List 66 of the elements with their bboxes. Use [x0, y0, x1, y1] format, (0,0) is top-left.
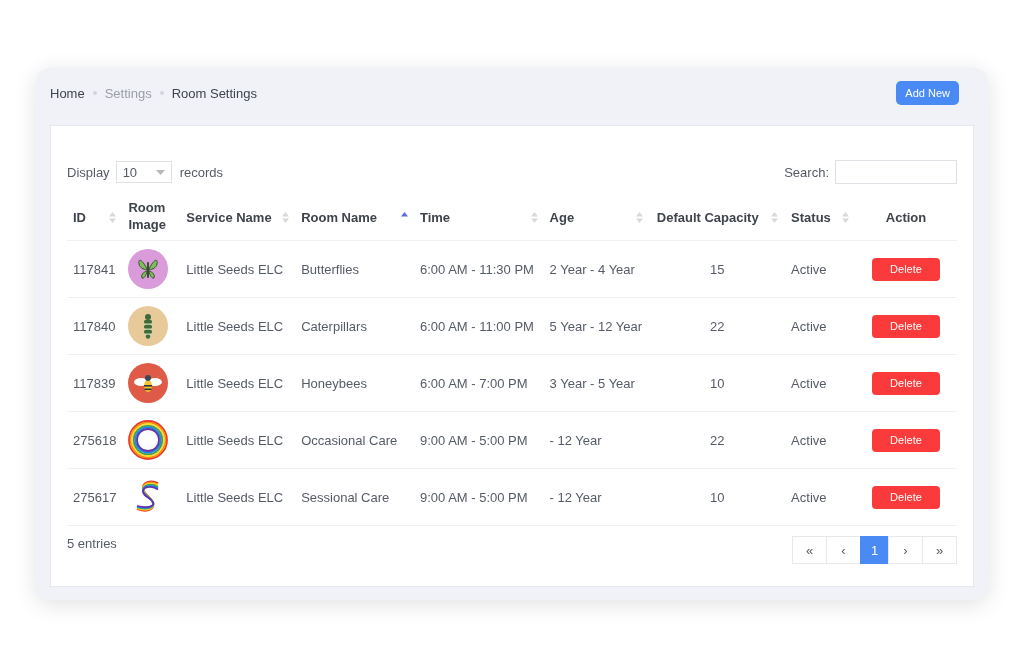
entries-count: 5 entries — [67, 536, 117, 551]
table-cell: 275618 — [73, 432, 117, 448]
butterfly-icon — [128, 249, 169, 289]
pagination-button[interactable]: » — [922, 536, 957, 564]
table-cell: 6:00 AM - 11:30 PM — [419, 261, 534, 277]
table-cell: 9:00 AM - 5:00 PM — [419, 432, 528, 448]
table-cell: 22 — [709, 432, 725, 448]
caret-icon — [155, 169, 165, 175]
table-cell: Active — [791, 375, 827, 391]
records-label: records — [179, 164, 223, 180]
caterpillar-icon — [128, 306, 169, 346]
table-cell: Active — [791, 318, 827, 334]
delete-button[interactable]: Delete — [872, 428, 940, 452]
delete-button[interactable]: Delete — [872, 371, 940, 395]
table-cell: Little Seeds ELC — [186, 375, 284, 391]
table-cell: Little Seeds ELC — [186, 318, 284, 334]
column-header[interactable]: Time — [419, 209, 451, 225]
search-label: Search: — [784, 164, 829, 180]
column-header[interactable]: Default Capacity — [656, 209, 759, 225]
column-header[interactable]: Status — [791, 209, 831, 225]
table-cell: 15 — [709, 261, 725, 277]
display-label: Display — [67, 164, 110, 180]
table-cell: 10 — [709, 375, 725, 391]
table-cell: Active — [791, 489, 827, 505]
table-cell: - 12 Year — [549, 432, 602, 448]
table-cell: Honeybees — [301, 375, 367, 391]
pagination-button[interactable]: › — [888, 536, 923, 564]
table-cell: 22 — [709, 318, 725, 334]
table-cell: Butterflies — [301, 261, 359, 277]
search-field[interactable] — [835, 160, 957, 184]
table-cell: 10 — [709, 489, 725, 505]
records-select[interactable]: 10 — [115, 161, 172, 183]
table-cell: 117841 — [73, 261, 116, 277]
rainbow-ring-icon — [128, 420, 169, 460]
column-header: Action — [885, 209, 927, 225]
table-cell: 9:00 AM - 5:00 PM — [419, 489, 528, 505]
table-cell: 3 Year - 5 Year — [549, 375, 635, 391]
table-cell: 2 Year - 4 Year — [549, 261, 635, 277]
column-header[interactable]: Room Name — [301, 209, 377, 225]
table-cell: Caterpillars — [301, 318, 367, 334]
table-cell: Sessional Care — [301, 489, 390, 505]
table-cell: 117839 — [73, 375, 116, 391]
table-cell: - 12 Year — [549, 489, 602, 505]
breadcrumb-item[interactable]: Home — [50, 85, 85, 101]
column-header: Room Image — [128, 200, 167, 234]
delete-button[interactable]: Delete — [872, 314, 940, 338]
delete-button[interactable]: Delete — [872, 485, 940, 509]
pagination-button[interactable]: ‹ — [826, 536, 861, 564]
table-cell: 275617 — [73, 489, 117, 505]
table-cell: Occasional Care — [301, 432, 398, 448]
breadcrumb-item: Room Settings — [171, 85, 257, 101]
table-cell: 117840 — [73, 318, 116, 334]
pagination-button[interactable]: « — [792, 536, 827, 564]
table-cell: Little Seeds ELC — [186, 261, 284, 277]
table-cell: Little Seeds ELC — [186, 432, 284, 448]
column-header[interactable]: Service Name — [186, 209, 272, 225]
delete-button[interactable]: Delete — [872, 257, 940, 281]
table-cell: 6:00 AM - 11:00 PM — [419, 318, 534, 334]
column-header[interactable]: ID — [73, 209, 86, 225]
table-cell: Active — [791, 432, 827, 448]
table-cell: Little Seeds ELC — [186, 489, 284, 505]
bee-icon — [128, 363, 169, 403]
column-header[interactable]: Age — [549, 209, 575, 225]
table-cell: 6:00 AM - 7:00 PM — [419, 375, 528, 391]
table-cell: Active — [791, 261, 827, 277]
table-cell: 5 Year - 12 Year — [549, 318, 643, 334]
